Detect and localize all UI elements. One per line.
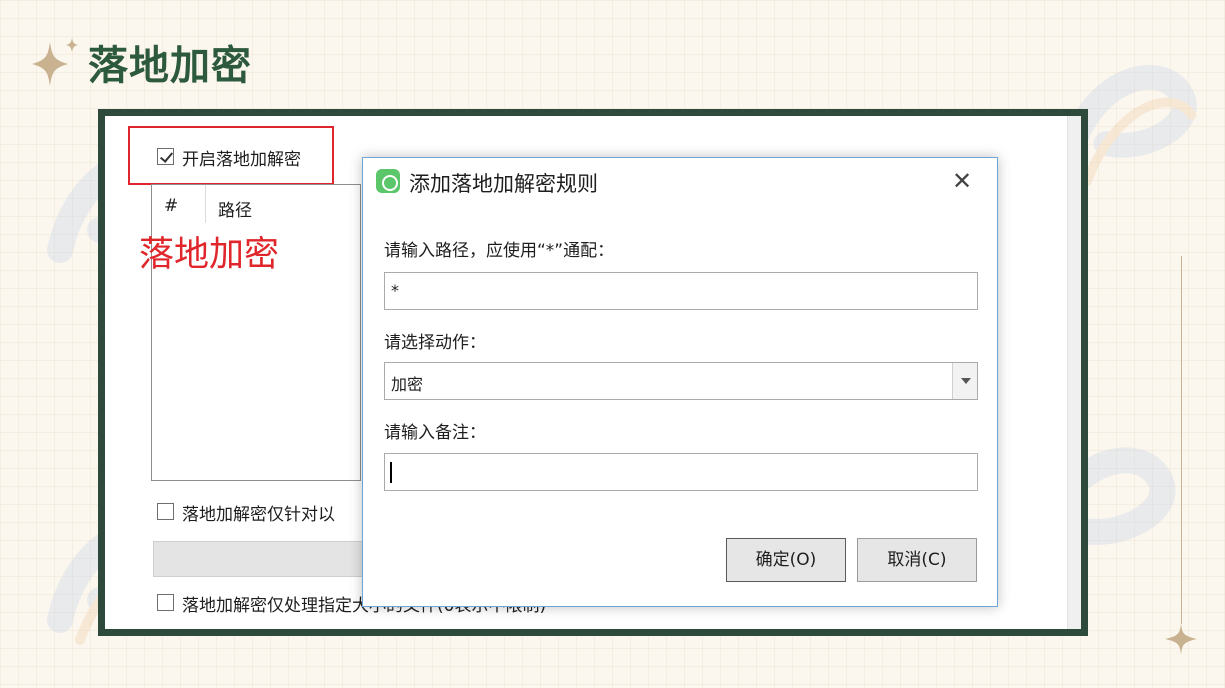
path-input[interactable]: * — [384, 272, 978, 310]
option1-label: 落地加解密仅针对以 — [182, 505, 335, 525]
screenshot-frame: 开启落地加解密 # 路径 落地加密 落地加解密仅针对以 落地加解密仅处理指定大小… — [98, 109, 1088, 636]
column-header-index: # — [164, 196, 179, 216]
column-header-path: 路径 — [218, 201, 252, 221]
action-select[interactable]: 加密 — [384, 362, 978, 400]
enable-highlight-box: 开启落地加解密 — [128, 126, 334, 185]
app-icon — [376, 169, 400, 193]
option1-checkbox[interactable] — [157, 503, 174, 520]
action-label: 请选择动作： — [384, 333, 486, 353]
path-label: 请输入路径，应使用“*”通配： — [384, 241, 615, 261]
dialog-title: 添加落地加解密规则 — [409, 172, 598, 196]
add-rule-dialog: 添加落地加解密规则 ✕ 请输入路径，应使用“*”通配： * 请选择动作： 加密 … — [362, 157, 998, 607]
note-label: 请输入备注： — [384, 423, 486, 443]
sparkle-icon — [1165, 623, 1197, 655]
page-title: 落地加密 — [88, 43, 252, 89]
sparkle-icon — [32, 38, 78, 86]
decorative-line — [1181, 256, 1182, 624]
cancel-button[interactable]: 取消(C) — [857, 538, 977, 582]
enable-checkbox[interactable] — [157, 148, 174, 165]
option2-checkbox[interactable] — [157, 594, 174, 611]
note-input[interactable] — [384, 453, 978, 491]
text-caret — [390, 462, 392, 483]
action-bar[interactable] — [153, 541, 363, 577]
dialog-titlebar[interactable]: 添加落地加解密规则 ✕ — [363, 158, 997, 205]
page-header: 落地加密 — [28, 36, 252, 89]
column-separator — [205, 185, 206, 223]
action-select-value: 加密 — [391, 375, 424, 394]
close-icon[interactable]: ✕ — [949, 168, 975, 194]
scrollbar[interactable] — [1067, 116, 1081, 629]
chevron-down-icon[interactable] — [952, 363, 977, 399]
annotation-label: 落地加密 — [139, 235, 280, 275]
ok-button[interactable]: 确定(O) — [726, 538, 846, 582]
enable-checkbox-label: 开启落地加解密 — [182, 150, 301, 170]
